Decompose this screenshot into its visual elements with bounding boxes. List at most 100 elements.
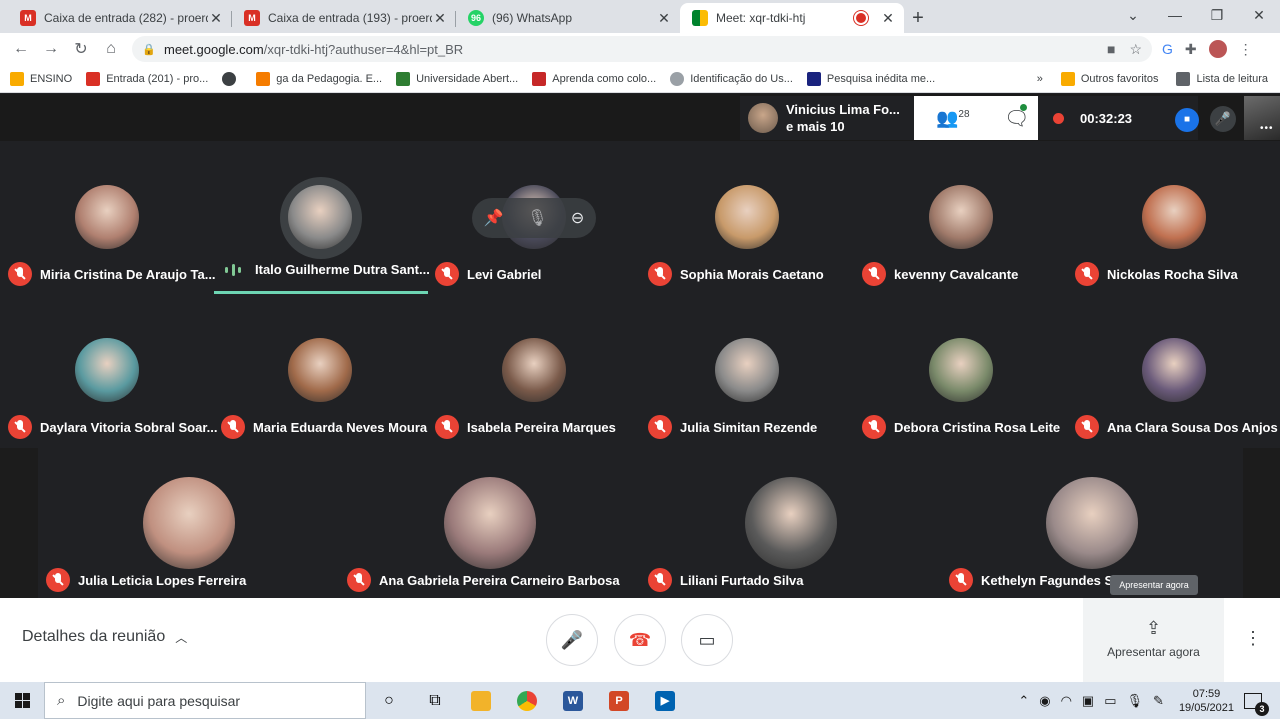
participant-label: Liliani Furtado Silva (648, 568, 804, 592)
bookmark-aprenda[interactable]: Aprenda como colo... (532, 71, 656, 86)
recording-dot-icon (1053, 112, 1064, 124)
browser-tab-bar: M Caixa de entrada (282) - proerd@ ✕ M C… (0, 0, 1280, 33)
presenter-name: Vinicius Lima Fo... (786, 102, 900, 117)
notification-center-icon[interactable]: 3 (1244, 692, 1269, 716)
display-icon[interactable]: ▣ (1082, 693, 1094, 709)
pin-icon[interactable]: 📌 (484, 208, 504, 228)
tab-whatsapp[interactable]: 96 (96) WhatsApp ✕ (456, 3, 680, 33)
participant-label: Daylara Vitoria Sobral Soar... (8, 415, 218, 439)
bookmark-entrada[interactable]: Entrada (201) - pro... (86, 71, 208, 86)
cortana-icon[interactable]: ○ (366, 682, 412, 719)
mute-participant-icon[interactable]: 🎙 (527, 208, 547, 228)
hang-up-button[interactable]: ☎ (614, 614, 666, 666)
powerpoint-icon[interactable]: P (596, 682, 642, 719)
microphone-button[interactable]: 🎤 (546, 614, 598, 666)
participant-tile[interactable]: Debora Cristina Rosa Leite (854, 295, 1067, 448)
participant-tile[interactable]: kevenny Cavalcante (854, 142, 1067, 295)
close-icon[interactable]: ✕ (880, 10, 896, 27)
tab-search-icon[interactable]: ⌄ (1112, 0, 1154, 30)
close-icon[interactable]: ✕ (656, 10, 672, 27)
new-tab-button[interactable]: + (904, 3, 932, 33)
word-icon[interactable]: W (550, 682, 596, 719)
lock-icon[interactable]: 🔒 (142, 43, 158, 56)
camera-button[interactable]: ▭ (681, 614, 733, 666)
close-window-icon[interactable]: ✕ (1238, 0, 1280, 30)
participant-name: Liliani Furtado Silva (680, 572, 804, 588)
present-now-button[interactable]: ⇪ Apresentar agora (1083, 598, 1224, 682)
participant-tile[interactable]: Miria Cristina De Araujo Ta... (0, 142, 216, 295)
clock[interactable]: 07:59 19/05/2021 (1179, 687, 1234, 715)
start-button[interactable] (0, 682, 44, 719)
bookmark-globe[interactable] (222, 71, 242, 86)
meet-bottom-bar: Detalhes da reunião ︿ 🎤 ☎ ▭ ⇪ Apresentar… (0, 598, 1280, 682)
pen-icon[interactable]: ✎ (1153, 693, 1164, 709)
bookmark-identificacao[interactable]: Identificação do Us... (670, 71, 793, 86)
participant-tile[interactable]: Daylara Vitoria Sobral Soar... (0, 295, 218, 448)
mic-muted-icon (648, 262, 672, 286)
bookmark-blogger[interactable]: ga da Pedagogia. E... (256, 71, 382, 86)
participant-tile[interactable]: Ana Gabriela Pereira Carneiro Barbosa (339, 448, 640, 598)
bookmark-pesquisa[interactable]: Pesquisa inédita me... (806, 71, 935, 86)
self-video-thumbnail[interactable]: ••• (1244, 96, 1280, 140)
participant-tile[interactable]: Maria Eduarda Neves Moura (213, 295, 427, 448)
tab-meet[interactable]: Meet: xqr-tdki-htj ✕ (680, 3, 904, 33)
wifi-icon[interactable]: ◠ (1061, 693, 1072, 709)
chevron-up-icon[interactable]: ⌃ (1018, 693, 1029, 709)
microphone-tray-icon[interactable]: 🎙 (1127, 693, 1144, 709)
self-mic-icon[interactable]: 🎤 (1210, 106, 1236, 132)
taskbar-search[interactable]: ⌕ Digite aqui para pesquisar (44, 682, 366, 719)
more-bookmarks-icon[interactable]: » (1037, 73, 1043, 85)
chrome-icon[interactable] (504, 682, 550, 719)
camera-indicator-icon[interactable]: ■ (1107, 41, 1115, 57)
reading-list-icon (1176, 71, 1191, 86)
back-icon[interactable]: ← (6, 40, 36, 58)
puzzle-icon[interactable]: ✚ (1185, 41, 1197, 58)
translate-icon[interactable]: G (1162, 41, 1173, 57)
reload-icon[interactable]: ↻ (66, 39, 96, 59)
presenter-chip[interactable]: Vinicius Lima Fo... e mais 10 (740, 96, 914, 140)
menu-icon[interactable]: ⋮ (1239, 41, 1253, 58)
bookmark-star-icon[interactable]: ☆ (1129, 41, 1142, 58)
system-tray: ⌃ ◉ ◠ ▣ ▭ 🎙 ✎ 07:59 19/05/2021 3 (1013, 682, 1280, 719)
participant-tile[interactable]: Ana Clara Sousa Dos Anjos (1067, 295, 1280, 448)
webcam-icon[interactable]: ◉ (1039, 693, 1050, 709)
home-icon[interactable]: ⌂ (96, 40, 126, 58)
participant-tile[interactable]: Nickolas Rocha Silva (1067, 142, 1280, 295)
participant-tile[interactable]: Liliani Furtado Silva (640, 448, 941, 598)
more-options-icon[interactable]: ⋮ (1244, 628, 1262, 649)
participant-tile[interactable]: Julia Simitan Rezende (640, 295, 853, 448)
participant-label: Sophia Morais Caetano (648, 262, 824, 286)
participant-tile[interactable]: Isabela Pereira Marques (427, 295, 640, 448)
battery-icon[interactable]: ▭ (1104, 693, 1116, 709)
file-explorer-icon[interactable] (458, 682, 504, 719)
close-icon[interactable]: ✕ (432, 10, 448, 27)
minimize-icon[interactable]: — (1154, 0, 1196, 30)
stop-presenting-button[interactable]: ■ (1175, 108, 1199, 132)
maximize-icon[interactable]: ❐ (1196, 0, 1238, 30)
tab-gmail-2[interactable]: M Caixa de entrada (193) - proerdir ✕ (232, 3, 456, 33)
bookmark-outros-favoritos[interactable]: Outros favoritos (1060, 71, 1158, 86)
forward-icon[interactable]: → (36, 40, 66, 58)
meet-people-chat: 👥28 🗨 (914, 96, 1038, 140)
avatar (1141, 338, 1206, 402)
participant-tile[interactable]: Italo Guilherme Dutra Sant... (213, 142, 430, 295)
participant-tile[interactable]: Sophia Morais Caetano (640, 142, 853, 295)
mic-muted-icon (8, 415, 32, 439)
people-button[interactable]: 👥28 (936, 108, 970, 129)
participant-tile[interactable]: Julia Leticia Lopes Ferreira (38, 448, 339, 598)
reading-list[interactable]: Lista de leitura (1176, 71, 1268, 86)
mic-muted-icon (648, 415, 672, 439)
video-editor-icon[interactable]: ▶ (642, 682, 688, 719)
remove-icon[interactable]: ⊖ (571, 208, 584, 228)
tab-gmail-1[interactable]: M Caixa de entrada (282) - proerd@ ✕ (8, 3, 232, 33)
gmail-icon: M (20, 10, 36, 26)
participant-label: Nickolas Rocha Silva (1075, 262, 1238, 286)
participant-name: Miria Cristina De Araujo Ta... (40, 266, 216, 282)
task-view-icon[interactable]: ⧉ (412, 682, 458, 719)
profile-avatar[interactable] (1208, 40, 1227, 58)
address-bar[interactable]: 🔒 meet.google.com/xqr-tdki-htj?authuser=… (132, 36, 1152, 62)
close-icon[interactable]: ✕ (208, 10, 224, 27)
bookmark-universidade[interactable]: Universidade Abert... (396, 71, 518, 86)
meeting-details-button[interactable]: Detalhes da reunião ︿ (22, 628, 187, 646)
bookmark-ensino[interactable]: ENSINO (10, 71, 72, 86)
